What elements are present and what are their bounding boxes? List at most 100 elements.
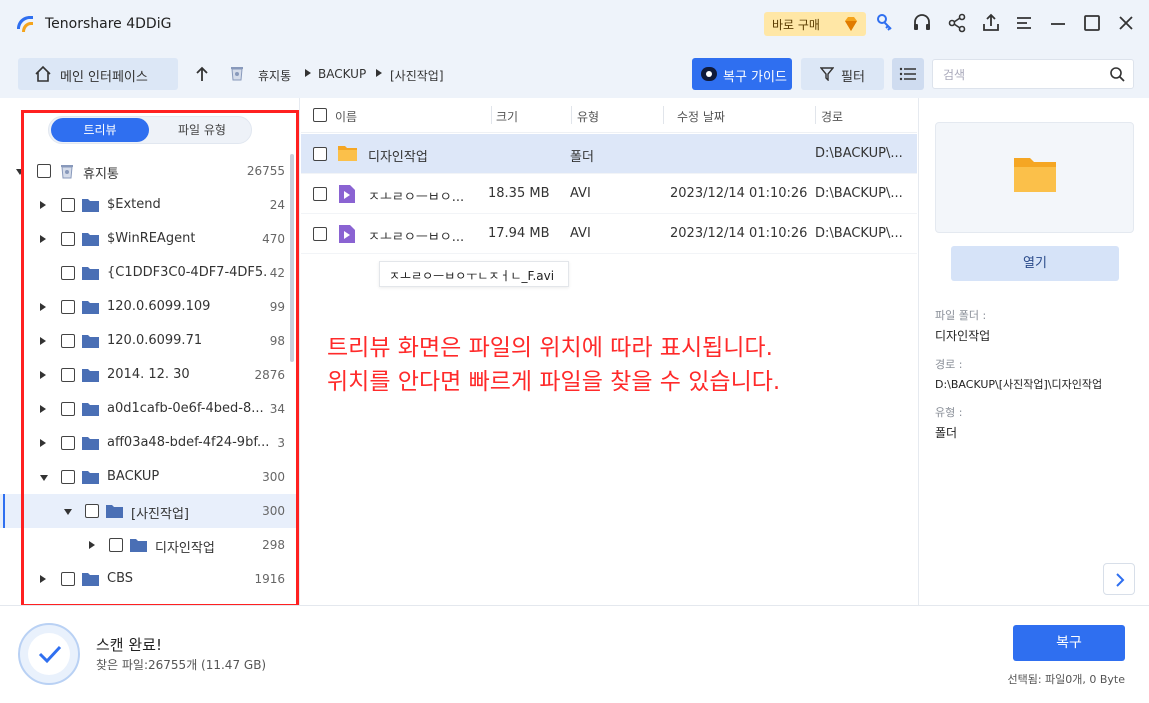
tree-item-version-109[interactable]: 120.0.6099.109 99 — [0, 290, 298, 324]
headset-icon[interactable] — [911, 12, 933, 34]
eye-icon — [701, 67, 717, 81]
tree-item-aff03a48[interactable]: aff03a48-bdef-4f24-9bf... 3 — [0, 426, 298, 460]
tree-checkbox[interactable] — [109, 538, 123, 552]
tree-checkbox[interactable] — [61, 334, 75, 348]
tree-item-design-work[interactable]: 디자인작업 298 — [0, 528, 298, 562]
tree-checkbox[interactable] — [61, 436, 75, 450]
up-arrow-icon[interactable] — [192, 64, 212, 84]
close-icon[interactable] — [1115, 12, 1137, 34]
tree-item-label: $Extend — [107, 197, 161, 212]
select-all-checkbox[interactable] — [313, 108, 327, 122]
tree-item-version-71[interactable]: 120.0.6099.71 98 — [0, 324, 298, 358]
filter-button[interactable]: 필터 — [801, 58, 884, 90]
list-view-button[interactable] — [892, 58, 924, 90]
expand-arrow-icon[interactable] — [40, 371, 46, 379]
table-row[interactable]: ㅈㅗㄹㅇㅡㅂㅇ... 18.35 MB AVI 2023/12/14 01:10… — [301, 174, 917, 214]
folder-icon — [82, 199, 99, 212]
recycle-bin-icon — [231, 67, 243, 81]
tree-checkbox[interactable] — [61, 300, 75, 314]
tree-item-count: 1916 — [254, 572, 285, 586]
breadcrumb-item[interactable]: [사진작업] — [390, 67, 444, 84]
column-divider[interactable] — [815, 106, 816, 124]
tree-item-a0d1cafb[interactable]: a0d1cafb-0e6f-4bed-8... 34 — [0, 392, 298, 426]
tree-scrollbar[interactable] — [290, 154, 294, 362]
tree-item-2014[interactable]: 2014. 12. 30 2876 — [0, 358, 298, 392]
tree-checkbox[interactable] — [61, 232, 75, 246]
maximize-icon[interactable] — [1081, 12, 1103, 34]
tree-item-backup[interactable]: BACKUP 300 — [0, 460, 298, 494]
open-button[interactable]: 열기 — [951, 246, 1119, 281]
row-checkbox[interactable] — [313, 187, 327, 201]
breadcrumb-item[interactable]: BACKUP — [318, 67, 366, 81]
menu-icon[interactable] — [1013, 12, 1035, 34]
tree-item-winreagent[interactable]: $WinREAgent 470 — [0, 222, 298, 256]
tree-checkbox[interactable] — [85, 504, 99, 518]
key-icon[interactable] — [874, 12, 896, 34]
home-button[interactable]: 메인 인터페이스 — [18, 58, 178, 90]
minimize-icon[interactable] — [1047, 12, 1069, 34]
recover-button[interactable]: 복구 — [1013, 625, 1125, 661]
path-label: 경로 : — [935, 358, 963, 371]
column-header-modified[interactable]: 수정 날짜 — [677, 108, 725, 125]
search-input[interactable] — [943, 66, 1103, 84]
expand-arrow-icon[interactable] — [40, 303, 46, 311]
expand-arrow-icon[interactable] — [40, 235, 46, 243]
tree-view-tab[interactable]: 트리뷰 — [51, 118, 149, 142]
column-divider[interactable] — [571, 106, 572, 124]
expand-arrow-icon[interactable] — [40, 337, 46, 345]
type-label: 유형 : — [935, 406, 963, 419]
tree-item-count: 298 — [262, 538, 285, 552]
table-row[interactable]: 디자인작업 폴더 D:\BACKUP\... — [301, 134, 917, 174]
expand-arrow-icon[interactable] — [40, 201, 46, 209]
tree-checkbox[interactable] — [61, 470, 75, 484]
column-divider[interactable] — [663, 106, 664, 124]
column-header-size[interactable]: 크기 — [496, 108, 518, 125]
breadcrumb-item[interactable]: 휴지통 — [258, 67, 291, 84]
tree-checkbox[interactable] — [61, 266, 75, 280]
tree-item-extend[interactable]: $Extend 24 — [0, 188, 298, 222]
expand-arrow-icon[interactable] — [40, 575, 46, 583]
home-icon — [35, 65, 51, 82]
recovery-guide-button[interactable]: 복구 가이드 — [692, 58, 792, 90]
view-toggle: 트리뷰 파일 유형 — [48, 116, 252, 144]
table-row[interactable]: ㅈㅗㄹㅇㅡㅂㅇ... 17.94 MB AVI 2023/12/14 01:10… — [301, 214, 917, 254]
annotation-line-2: 위치를 안다면 빠르게 파일을 찾을 수 있습니다. — [327, 369, 781, 395]
tree-item-count: 99 — [269, 300, 285, 314]
expand-arrow-icon[interactable] — [89, 541, 95, 549]
tree-checkbox[interactable] — [37, 164, 51, 178]
column-header-name[interactable]: 이름 — [335, 108, 357, 125]
column-divider[interactable] — [491, 106, 492, 124]
column-header-type[interactable]: 유형 — [577, 108, 599, 125]
expand-arrow-icon[interactable] — [40, 405, 46, 413]
column-header-path[interactable]: 경로 — [821, 108, 843, 125]
tree-checkbox[interactable] — [61, 198, 75, 212]
file-modified: 2023/12/14 01:10:26 — [670, 226, 808, 241]
next-button[interactable] — [1103, 563, 1135, 595]
filter-label: 필터 — [841, 70, 865, 85]
tree-item-cbs[interactable]: CBS 1916 — [0, 562, 298, 596]
tree-item-guid[interactable]: {C1DDF3C0-4DF7-4DF5... 42 — [0, 256, 298, 290]
row-checkbox[interactable] — [313, 227, 327, 241]
file-type-tab[interactable]: 파일 유형 — [153, 118, 251, 142]
expand-arrow-icon[interactable] — [40, 439, 46, 447]
collapse-arrow-icon[interactable] — [64, 509, 72, 515]
collapse-arrow-icon[interactable] — [16, 169, 24, 175]
file-path: D:\BACKUP\... — [815, 146, 903, 161]
upload-icon[interactable] — [980, 12, 1002, 34]
tree-checkbox[interactable] — [61, 572, 75, 586]
tree-checkbox[interactable] — [61, 402, 75, 416]
collapse-arrow-icon[interactable] — [40, 475, 48, 481]
buy-now-button[interactable]: 바로 구매 — [764, 12, 866, 36]
search-icon[interactable] — [1109, 66, 1125, 82]
search-box[interactable] — [932, 59, 1134, 89]
row-checkbox[interactable] — [313, 147, 327, 161]
tree-item-photo-work[interactable]: [사진작업] 300 — [0, 494, 298, 528]
share-icon[interactable] — [946, 12, 968, 34]
found-files-count: 찾은 파일:26755개 (11.47 GB) — [96, 658, 267, 672]
folder-icon — [130, 539, 147, 552]
tree-item-recycle-bin[interactable]: 휴지통 26755 — [0, 154, 298, 188]
folder-icon — [82, 267, 99, 280]
chevron-right-icon — [1116, 573, 1125, 587]
folder-icon — [1014, 158, 1056, 192]
tree-checkbox[interactable] — [61, 368, 75, 382]
